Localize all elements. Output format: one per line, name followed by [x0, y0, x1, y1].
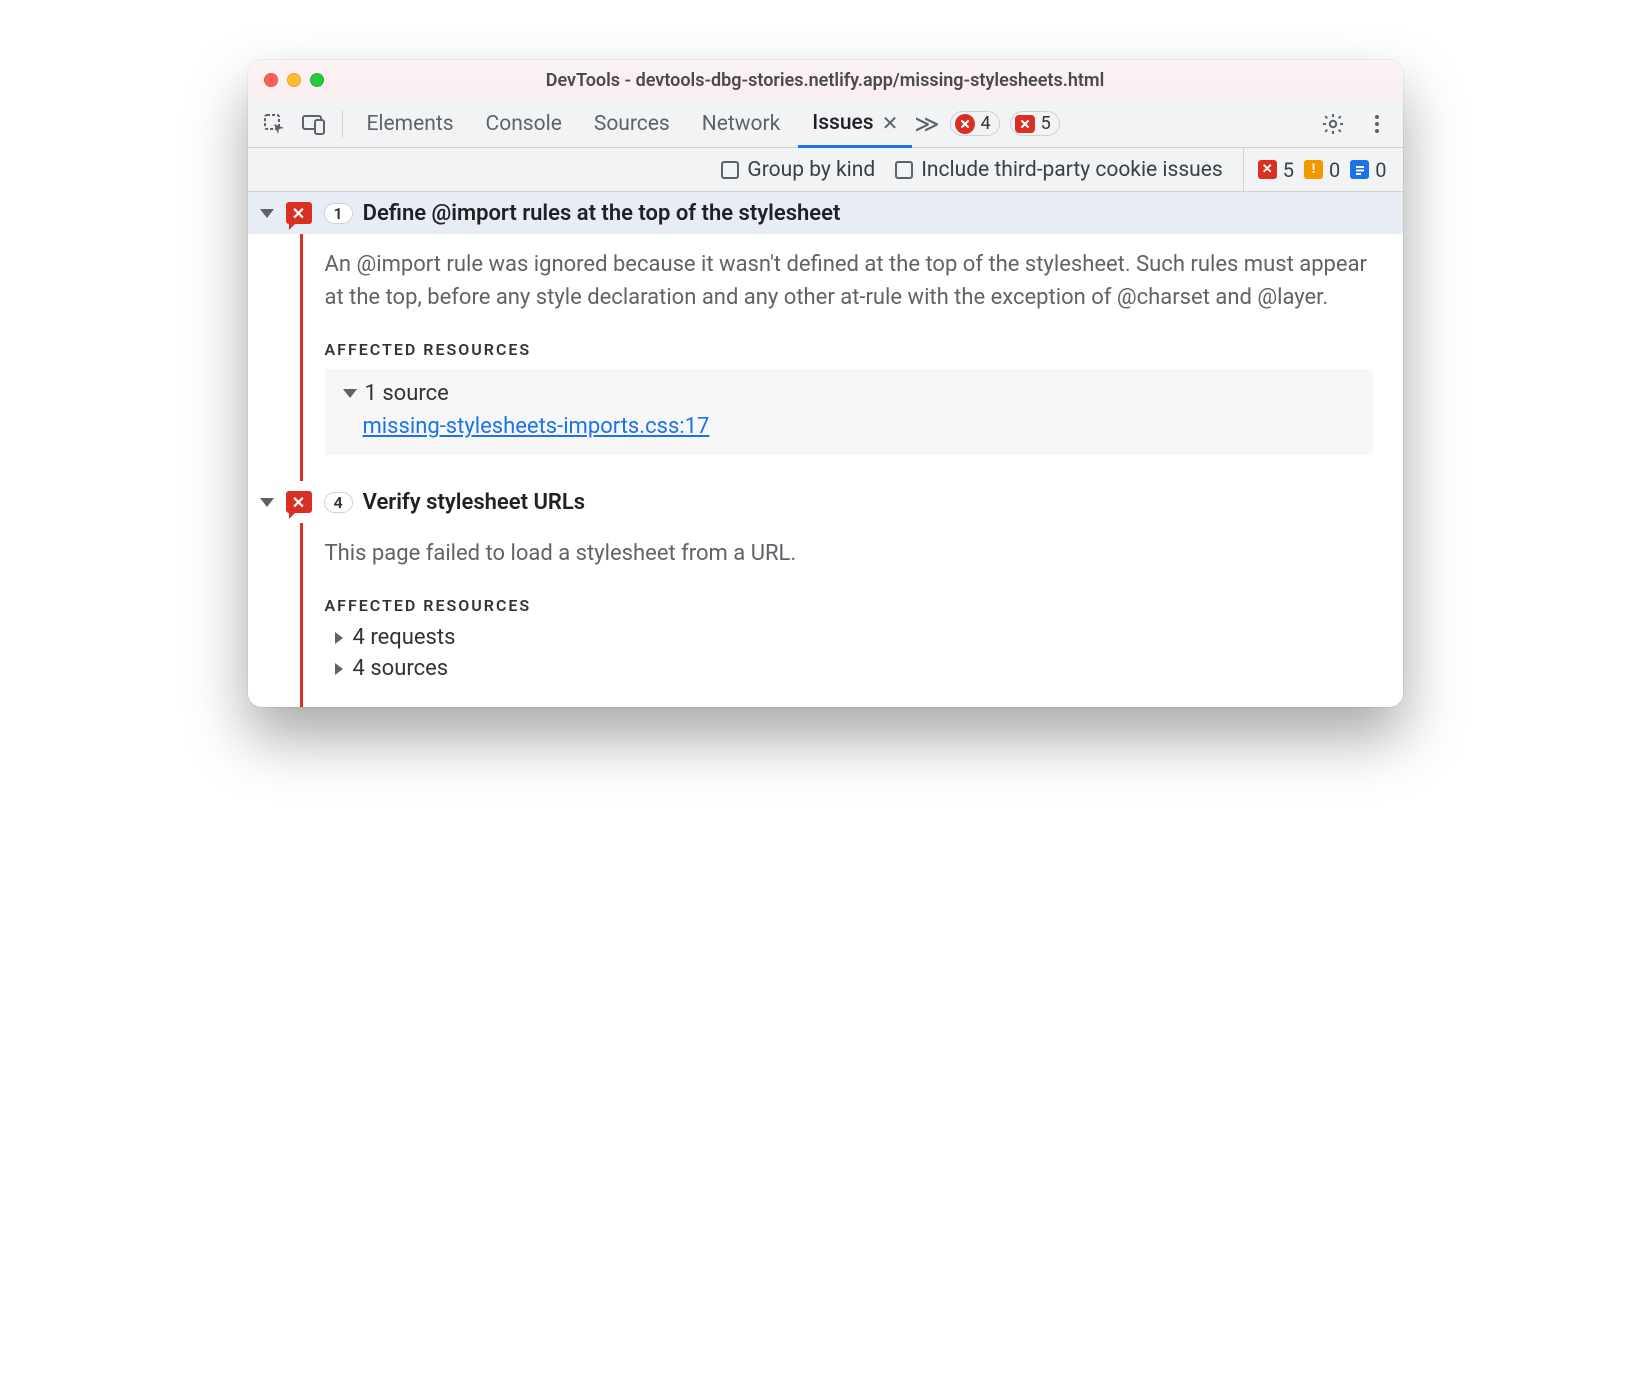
issue-count-pill[interactable]: 5: [1010, 111, 1060, 136]
chevron-down-icon: [343, 389, 357, 398]
warning-icon: !: [1304, 160, 1323, 179]
issue-description: This page failed to load a stylesheet fr…: [325, 537, 1373, 570]
issue-title: Define @import rules at the top of the s…: [363, 201, 841, 226]
tab-network[interactable]: Network: [688, 100, 795, 147]
issue-severity-icon: ✕: [284, 200, 314, 226]
tab-sources[interactable]: Sources: [580, 100, 684, 147]
checkbox-label: Include third-party cookie issues: [921, 158, 1223, 182]
close-tab-icon[interactable]: ✕: [882, 111, 899, 135]
source-link[interactable]: missing-stylesheets-imports.css:17: [363, 414, 710, 439]
info-count-badge[interactable]: 0: [1350, 158, 1386, 182]
issues-filter-bar: Group by kind Include third-party cookie…: [248, 148, 1403, 192]
issue-header[interactable]: ✕ 1 Define @import rules at the top of t…: [248, 192, 1403, 234]
chevron-right-icon: [335, 663, 343, 675]
tab-label: Console: [486, 112, 562, 136]
include-third-party-checkbox[interactable]: Include third-party cookie issues: [895, 158, 1223, 182]
zoom-window-button[interactable]: [310, 73, 324, 87]
issue-header[interactable]: ✕ 4 Verify stylesheet URLs: [248, 481, 1403, 523]
issue-icon: [1015, 115, 1035, 133]
issue-title: Verify stylesheet URLs: [363, 490, 585, 515]
issue-description: An @import rule was ignored because it w…: [325, 248, 1373, 314]
resource-group-toggle[interactable]: 4 requests: [335, 625, 1373, 650]
resource-group-toggle[interactable]: 1 source: [343, 381, 1355, 406]
more-menu-icon[interactable]: [1361, 108, 1393, 140]
count: 0: [1375, 158, 1386, 182]
issue-body: This page failed to load a stylesheet fr…: [300, 523, 1403, 707]
collapsed-resources: 4 requests 4 sources: [325, 625, 1373, 681]
warning-count-badge[interactable]: ! 0: [1304, 158, 1340, 182]
tab-label: Sources: [594, 112, 670, 136]
affected-resources-label: AFFECTED RESOURCES: [325, 596, 1373, 615]
affected-resources-box: 1 source missing-stylesheets-imports.css…: [325, 369, 1373, 455]
separator: [342, 110, 343, 138]
minimize-window-button[interactable]: [287, 73, 301, 87]
window-titlebar: DevTools - devtools-dbg-stories.netlify.…: [248, 60, 1403, 100]
resource-group-label: 4 sources: [353, 656, 449, 681]
error-count: 4: [981, 113, 991, 134]
issue-item: ✕ 4 Verify stylesheet URLs This page fai…: [248, 481, 1403, 707]
count: 0: [1329, 158, 1340, 182]
issue-counts: ✕ 5 ! 0 0: [1243, 148, 1387, 191]
issue-item: ✕ 1 Define @import rules at the top of t…: [248, 192, 1403, 481]
error-count-pill[interactable]: 4: [950, 111, 1000, 136]
checkbox-icon: [895, 161, 913, 179]
checkbox-label: Group by kind: [747, 158, 875, 182]
error-count-badge[interactable]: ✕ 5: [1258, 158, 1294, 182]
tab-console[interactable]: Console: [472, 100, 576, 147]
error-icon: [955, 114, 975, 134]
expand-toggle-icon[interactable]: [260, 498, 274, 507]
affected-resources-label: AFFECTED RESOURCES: [325, 340, 1373, 359]
count: 5: [1283, 158, 1294, 182]
tab-label: Issues: [812, 111, 873, 135]
issue-count-badge: 4: [324, 492, 353, 513]
checkbox-icon: [721, 161, 739, 179]
more-tabs-icon[interactable]: ≫: [910, 110, 939, 138]
issue-severity-icon: ✕: [284, 489, 314, 515]
tab-issues[interactable]: Issues ✕: [798, 101, 912, 148]
expand-toggle-icon[interactable]: [260, 209, 274, 218]
inspect-element-icon[interactable]: [256, 106, 292, 142]
tab-label: Network: [702, 112, 781, 136]
chevron-right-icon: [335, 632, 343, 644]
issues-list: ✕ 1 Define @import rules at the top of t…: [248, 192, 1403, 707]
device-toolbar-icon[interactable]: [296, 106, 332, 142]
tab-label: Elements: [367, 112, 454, 136]
issue-body: An @import rule was ignored because it w…: [300, 234, 1403, 481]
close-window-button[interactable]: [264, 73, 278, 87]
issue-count: 5: [1041, 113, 1051, 134]
settings-icon[interactable]: [1317, 108, 1349, 140]
info-icon: [1350, 160, 1369, 179]
devtools-tabstrip: Elements Console Sources Network Issues …: [248, 100, 1403, 148]
group-by-kind-checkbox[interactable]: Group by kind: [721, 158, 875, 182]
window-controls: [264, 73, 324, 87]
error-icon: ✕: [1258, 160, 1277, 179]
resource-group-label: 4 requests: [353, 625, 456, 650]
resource-group-label: 1 source: [365, 381, 449, 406]
window-title: DevTools - devtools-dbg-stories.netlify.…: [248, 70, 1403, 91]
issue-count-badge: 1: [324, 203, 353, 224]
resource-group-toggle[interactable]: 4 sources: [335, 656, 1373, 681]
devtools-window: DevTools - devtools-dbg-stories.netlify.…: [248, 60, 1403, 707]
tab-elements[interactable]: Elements: [353, 100, 468, 147]
